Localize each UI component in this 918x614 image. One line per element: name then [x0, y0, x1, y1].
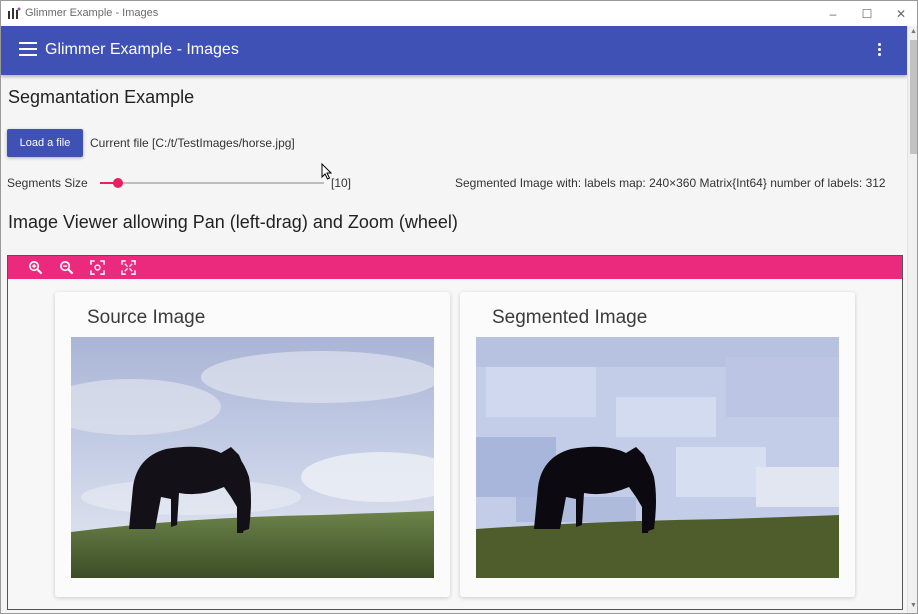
scrollbar-thumb[interactable]	[910, 40, 917, 154]
fit-view-icon[interactable]	[90, 260, 105, 275]
source-horse-image[interactable]	[71, 337, 434, 578]
segments-size-label: Segments Size	[7, 176, 88, 190]
image-viewer-heading: Image Viewer allowing Pan (left-drag) an…	[8, 212, 458, 232]
current-file-label: Current file [C:/t/TestImages/horse.jpg]	[90, 136, 295, 150]
minimize-button[interactable]: –	[815, 1, 851, 26]
window-title: Glimmer Example - Images	[25, 7, 159, 19]
segmented-horse-image[interactable]	[476, 337, 839, 578]
fullscreen-icon[interactable]	[121, 260, 136, 275]
segmented-image-card: Segmented Image	[460, 292, 855, 597]
image-viewer[interactable]: Source Image Segmented Image	[7, 255, 903, 610]
zoom-in-icon[interactable]	[28, 260, 43, 275]
zoom-out-icon[interactable]	[59, 260, 74, 275]
source-image-title: Source Image	[87, 307, 206, 328]
app-window: Glimmer Example - Images – ☐ ✕ Glimmer E…	[0, 0, 918, 614]
slider-track	[100, 182, 324, 184]
close-button[interactable]: ✕	[883, 1, 917, 26]
hamburger-menu-icon[interactable]	[19, 42, 37, 58]
app-bar-title: Glimmer Example - Images	[45, 41, 239, 58]
segmentation-heading: Segmantation Example	[8, 87, 195, 107]
slider-thumb[interactable]	[113, 178, 123, 188]
scroll-down-arrow-icon[interactable]: ▼	[910, 602, 917, 612]
segmentation-info-text: Segmented Image with: labels map: 240×36…	[455, 176, 886, 190]
title-bar: Glimmer Example - Images – ☐ ✕	[1, 1, 917, 26]
maximize-button[interactable]: ☐	[849, 1, 885, 26]
segments-size-slider[interactable]	[100, 173, 326, 193]
viewer-toolbar	[8, 256, 902, 279]
vertical-scrollbar[interactable]: ▲ ▼	[907, 26, 917, 613]
segmented-image-title: Segmented Image	[492, 307, 648, 328]
source-image-card: Source Image	[55, 292, 450, 597]
more-vert-icon[interactable]	[873, 41, 885, 61]
app-bar: Glimmer Example - Images	[1, 26, 907, 75]
julia-app-icon	[8, 7, 21, 19]
load-file-button[interactable]: Load a file	[7, 129, 83, 157]
segments-size-value: [10]	[331, 176, 352, 190]
scroll-up-arrow-icon[interactable]: ▲	[910, 28, 917, 38]
mouse-cursor-icon	[321, 163, 332, 180]
